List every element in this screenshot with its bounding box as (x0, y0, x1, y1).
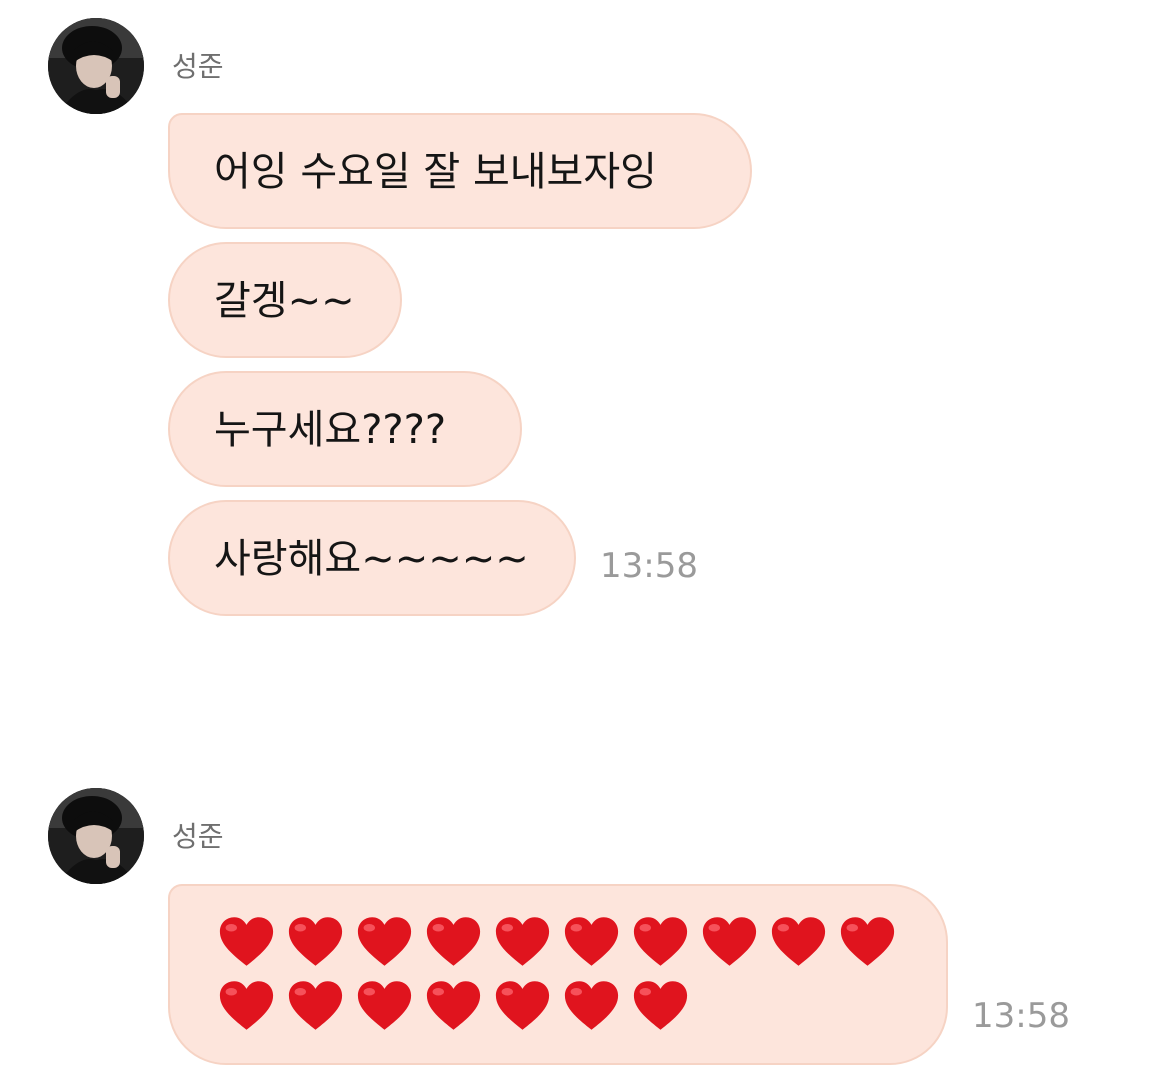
sender-name: 성준 (172, 820, 224, 853)
timestamp: 13:58 (972, 996, 1070, 1036)
heart-icon (219, 917, 274, 966)
chat-thread: 성준 어잉 수요일 잘 보내보자잉 갈겡~~ 누구세요???? 사랑해요~~~~… (0, 0, 1170, 1085)
heart-icon (702, 917, 757, 966)
heart-icon (288, 981, 343, 1030)
heart-icon (495, 981, 550, 1030)
heart-icon (771, 917, 826, 966)
message-text: 누구세요???? (214, 407, 447, 453)
message-text: 갈겡~~ (214, 278, 355, 324)
avatar[interactable] (48, 18, 144, 114)
heart-icon (633, 981, 688, 1030)
heart-icon (564, 917, 619, 966)
message-bubble[interactable]: 갈겡~~ (168, 242, 402, 358)
heart-icon (564, 981, 619, 1030)
message-bubble[interactable]: 누구세요???? (168, 371, 522, 487)
message-text: 어잉 수요일 잘 보내보자잉 (214, 149, 657, 195)
heart-emoji-list (218, 916, 908, 1032)
heart-icon (840, 917, 895, 966)
message-bubble[interactable]: 사랑해요~~~~~ (168, 500, 576, 616)
message-bubble[interactable] (168, 884, 948, 1065)
heart-icon (219, 981, 274, 1030)
heart-icon (426, 917, 481, 966)
avatar[interactable] (48, 788, 144, 884)
heart-icon (633, 917, 688, 966)
message-bubble[interactable]: 어잉 수요일 잘 보내보자잉 (168, 113, 752, 229)
heart-icon (495, 917, 550, 966)
message-text: 사랑해요~~~~~ (214, 536, 529, 582)
sender-name: 성준 (172, 50, 224, 83)
heart-icon (426, 981, 481, 1030)
heart-icon (357, 981, 412, 1030)
timestamp: 13:58 (600, 546, 698, 586)
heart-icon (288, 917, 343, 966)
heart-icon (357, 917, 412, 966)
